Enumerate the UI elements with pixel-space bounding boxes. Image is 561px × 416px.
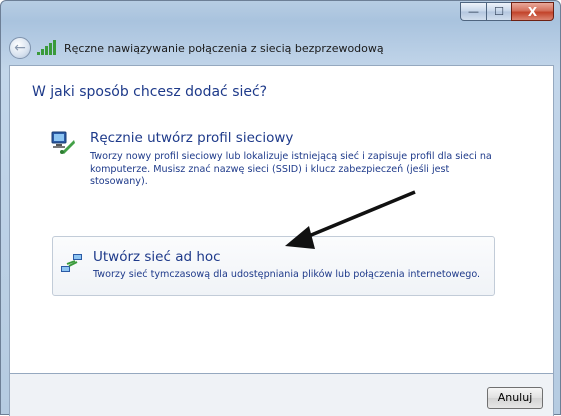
option-manual-profile-description: Tworzy nowy profil sieciowy lub lokalizu… (90, 151, 492, 187)
maximize-button[interactable]: ☐ (486, 2, 511, 21)
wizard-title: Ręczne nawiązywanie połączenia z siecią … (64, 41, 384, 55)
wireless-signal-icon (37, 40, 56, 55)
close-button[interactable]: X (511, 2, 554, 21)
wizard-footer: Anuluj (9, 374, 554, 416)
cancel-button[interactable]: Anuluj (487, 387, 543, 409)
option-ad-hoc[interactable]: Utwórz sieć ad hoc Tworzy sieć tymczasow… (52, 236, 495, 296)
option-manual-profile[interactable]: Ręcznie utwórz profil sieciowy Tworzy no… (50, 124, 510, 214)
option-ad-hoc-title: Utwórz sieć ad hoc (93, 249, 221, 265)
back-button[interactable]: ← (9, 37, 31, 59)
wizard-window: — ☐ X ← Ręczne nawiązywanie połączenia z… (0, 0, 561, 416)
page-heading: W jaki sposób chcesz dodać sieć? (32, 84, 268, 100)
wizard-nav-bar: ← Ręczne nawiązywanie połączenia z sieci… (9, 31, 554, 65)
title-bar[interactable]: — ☐ X (1, 1, 560, 29)
option-ad-hoc-description: Tworzy sieć tymczasową dla udostępniania… (93, 269, 481, 280)
ad-hoc-network-icon (61, 254, 82, 272)
network-profile-icon (51, 131, 75, 154)
window-controls: — ☐ X (460, 2, 554, 21)
option-manual-profile-title: Ręcznie utwórz profil sieciowy (90, 130, 294, 146)
minimize-button[interactable]: — (460, 2, 486, 21)
wizard-content: W jaki sposób chcesz dodać sieć? Ręcznie… (9, 65, 554, 374)
pointer-arrow (285, 190, 416, 249)
